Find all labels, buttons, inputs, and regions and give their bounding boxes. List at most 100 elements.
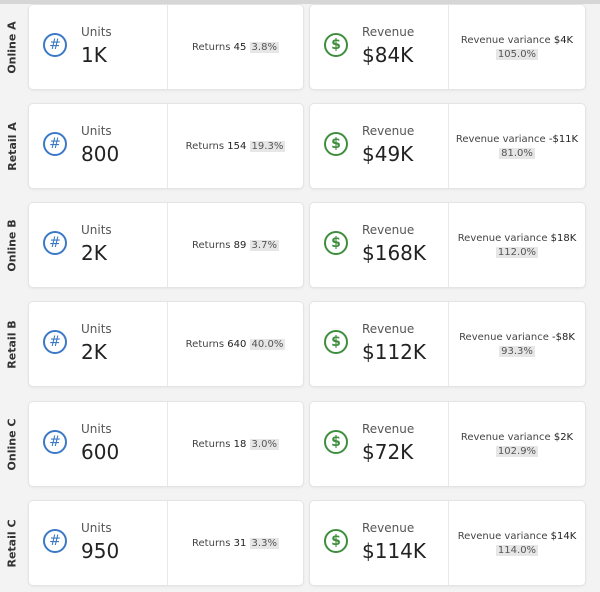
kpi-row: Retail C # Units 950 Returns 31 3.3% $ R… [0, 500, 600, 586]
units-card[interactable]: # Units 2K Returns 640 40.0% [28, 301, 304, 387]
units-card[interactable]: # Units 600 Returns 18 3.0% [28, 401, 304, 487]
revenue-label: Revenue [362, 521, 415, 535]
revenue-value: $114K [362, 539, 427, 563]
hash-icon: # [43, 132, 67, 156]
dollar-icon: $ [324, 33, 348, 57]
units-value: 2K [81, 241, 107, 265]
units-kpi: # Units 800 [29, 104, 168, 188]
variance-pct: 114.0% [495, 544, 539, 556]
returns-pct: 3.8% [249, 41, 279, 53]
revenue-value: $84K [362, 43, 414, 67]
returns-pct: 40.0% [249, 338, 286, 350]
variance-detail: Revenue variance -$11K 81.0% [449, 104, 585, 188]
dollar-icon: $ [324, 430, 348, 454]
revenue-label: Revenue [362, 322, 415, 336]
units-label: Units [81, 521, 112, 535]
kpi-row: Online A # Units 1K Returns 45 3.8% $ Re… [0, 4, 600, 90]
row-label: Retail C [5, 518, 19, 568]
returns-label: Returns [192, 41, 231, 53]
revenue-kpi: $ Revenue $112K [310, 302, 449, 386]
units-value: 1K [81, 43, 107, 67]
revenue-label: Revenue [362, 25, 415, 39]
variance-detail: Revenue variance -$8K 93.3% [449, 302, 585, 386]
revenue-value: $112K [362, 340, 427, 364]
returns-label: Returns [192, 239, 231, 251]
units-label: Units [81, 422, 112, 436]
revenue-label: Revenue [362, 124, 415, 138]
hash-icon: # [43, 430, 67, 454]
variance-detail: Revenue variance $18K 112.0% [449, 203, 585, 287]
variance-pct: 105.0% [495, 48, 539, 60]
variance-label: Revenue variance [459, 331, 549, 343]
revenue-kpi: $ Revenue $49K [310, 104, 449, 188]
returns-count: 18 [233, 438, 247, 450]
units-card[interactable]: # Units 1K Returns 45 3.8% [28, 4, 304, 90]
variance-pct: 81.0% [499, 147, 535, 159]
variance-value: $14K [550, 530, 577, 542]
returns-count: 45 [233, 41, 247, 53]
kpi-row: Online C # Units 600 Returns 18 3.0% $ R… [0, 401, 600, 487]
dollar-icon: $ [324, 330, 348, 354]
revenue-kpi: $ Revenue $84K [310, 5, 449, 89]
hash-icon: # [43, 529, 67, 553]
row-label: Retail A [5, 121, 19, 171]
units-card[interactable]: # Units 950 Returns 31 3.3% [28, 500, 304, 586]
returns-detail: Returns 45 3.8% [168, 5, 303, 89]
units-kpi: # Units 600 [29, 402, 168, 486]
kpi-row: Retail A # Units 800 Returns 154 19.3% $… [0, 103, 600, 189]
hash-icon: # [43, 330, 67, 354]
revenue-card[interactable]: $ Revenue $49K Revenue variance -$11K 81… [309, 103, 586, 189]
returns-pct: 3.7% [249, 239, 279, 251]
revenue-card[interactable]: $ Revenue $168K Revenue variance $18K 11… [309, 202, 586, 288]
variance-value: $4K [553, 34, 574, 46]
variance-value: -$8K [552, 331, 575, 343]
dollar-icon: $ [324, 231, 348, 255]
variance-value: $2K [553, 431, 574, 443]
hash-icon: # [43, 33, 67, 57]
units-label: Units [81, 322, 112, 336]
dollar-icon: $ [324, 529, 348, 553]
returns-count: 154 [227, 140, 247, 152]
revenue-card[interactable]: $ Revenue $112K Revenue variance -$8K 93… [309, 301, 586, 387]
variance-value: $18K [550, 232, 577, 244]
units-card[interactable]: # Units 2K Returns 89 3.7% [28, 202, 304, 288]
units-value: 2K [81, 340, 107, 364]
units-label: Units [81, 124, 112, 138]
variance-label: Revenue variance [460, 34, 551, 46]
hash-icon: # [43, 231, 67, 255]
variance-pct: 102.9% [495, 445, 539, 457]
kpi-row: Online B # Units 2K Returns 89 3.7% $ Re… [0, 202, 600, 288]
returns-detail: Returns 154 19.3% [168, 104, 303, 188]
variance-label: Revenue variance [457, 232, 548, 244]
row-label: Retail B [5, 319, 19, 369]
units-card[interactable]: # Units 800 Returns 154 19.3% [28, 103, 304, 189]
returns-count: 89 [233, 239, 247, 251]
row-label: Online C [5, 418, 19, 470]
units-value: 600 [81, 440, 120, 464]
revenue-card[interactable]: $ Revenue $114K Revenue variance $14K 11… [309, 500, 586, 586]
revenue-label: Revenue [362, 223, 415, 237]
dollar-icon: $ [324, 132, 348, 156]
revenue-value: $72K [362, 440, 414, 464]
variance-detail: Revenue variance $4K 105.0% [449, 5, 585, 89]
row-label: Online A [5, 20, 19, 74]
units-kpi: # Units 2K [29, 203, 168, 287]
returns-detail: Returns 640 40.0% [168, 302, 303, 386]
returns-label: Returns [185, 338, 225, 350]
variance-pct: 93.3% [499, 345, 535, 357]
returns-detail: Returns 89 3.7% [168, 203, 303, 287]
revenue-label: Revenue [362, 422, 415, 436]
units-kpi: # Units 950 [29, 501, 168, 585]
units-kpi: # Units 2K [29, 302, 168, 386]
returns-count: 31 [233, 537, 247, 549]
variance-label: Revenue variance [457, 530, 548, 542]
variance-detail: Revenue variance $14K 114.0% [449, 501, 585, 585]
units-label: Units [81, 25, 112, 39]
revenue-card[interactable]: $ Revenue $72K Revenue variance $2K 102.… [309, 401, 586, 487]
variance-value: -$11K [548, 133, 579, 145]
units-kpi: # Units 1K [29, 5, 168, 89]
returns-pct: 3.3% [249, 537, 279, 549]
returns-label: Returns [192, 438, 231, 450]
revenue-kpi: $ Revenue $72K [310, 402, 449, 486]
revenue-card[interactable]: $ Revenue $84K Revenue variance $4K 105.… [309, 4, 586, 90]
